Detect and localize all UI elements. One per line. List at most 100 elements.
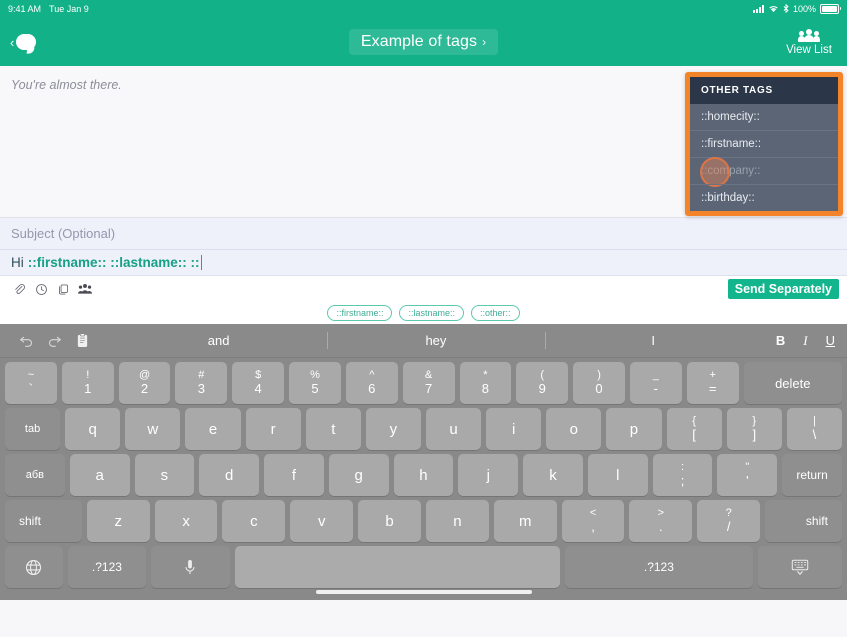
key-f[interactable]: f bbox=[264, 454, 324, 496]
key-semicolon[interactable]: :; bbox=[652, 454, 713, 496]
tag-chip-firstname[interactable]: ::firstname:: bbox=[327, 305, 393, 321]
redo-icon[interactable] bbox=[40, 334, 68, 347]
other-tag-item-homecity[interactable]: ::homecity:: bbox=[690, 104, 838, 130]
key-h[interactable]: h bbox=[393, 454, 454, 496]
page-title: Example of tags bbox=[360, 33, 478, 50]
view-list-label: View List bbox=[786, 43, 832, 56]
key-caps-lock[interactable]: абв bbox=[5, 454, 65, 496]
key-bracket-left[interactable]: {[ bbox=[666, 408, 722, 450]
on-screen-keyboard: and hey I B I U ~ ` ! 1 @2 #3 $4 % 5 ^ 6 & 7 … bbox=[0, 324, 847, 600]
key-q[interactable]: q bbox=[65, 408, 121, 450]
suggestion-2[interactable]: hey bbox=[327, 330, 544, 351]
key-shift-left[interactable]: shift bbox=[5, 500, 82, 542]
undo-icon[interactable] bbox=[12, 334, 40, 347]
key-y[interactable]: y bbox=[365, 408, 421, 450]
key-1[interactable]: ! 1 bbox=[61, 362, 114, 404]
key-m[interactable]: m bbox=[493, 500, 557, 542]
key-lower: 4 bbox=[254, 380, 262, 396]
other-tag-item-company[interactable]: ::company:: bbox=[690, 157, 838, 187]
key-5[interactable]: % 5 bbox=[289, 362, 341, 404]
message-input[interactable]: Hi ::firstname:: ::lastname:: :: bbox=[0, 250, 847, 276]
key-9[interactable]: (9 bbox=[516, 362, 569, 404]
suggestion-1[interactable]: and bbox=[110, 330, 327, 351]
underline-button[interactable]: U bbox=[826, 333, 835, 348]
key-2[interactable]: @2 bbox=[118, 362, 171, 404]
key-p[interactable]: p bbox=[606, 408, 662, 450]
status-time: 9:41 AM bbox=[8, 4, 42, 14]
key-w[interactable]: w bbox=[125, 408, 181, 450]
key-lower: 1 bbox=[84, 380, 92, 396]
key-backtick[interactable]: ~ ` bbox=[5, 362, 57, 404]
key-k[interactable]: k bbox=[523, 454, 583, 496]
suggestion-3[interactable]: I bbox=[544, 330, 762, 351]
suggestion-strip: and hey I bbox=[110, 330, 762, 351]
key-l[interactable]: l bbox=[587, 454, 648, 496]
keyboard-row-top: tab q w e r t y u i o p {[ }] | \ bbox=[0, 404, 847, 450]
key-comma[interactable]: <, bbox=[561, 500, 625, 542]
other-tag-label: ::birthday:: bbox=[701, 192, 755, 204]
key-lower: \ bbox=[812, 426, 817, 442]
other-tag-item-birthday[interactable]: ::birthday:: bbox=[690, 184, 838, 211]
key-s[interactable]: s bbox=[134, 454, 195, 496]
tag-chip-lastname[interactable]: ::lastname:: bbox=[399, 305, 465, 321]
key-z[interactable]: z bbox=[86, 500, 150, 542]
bold-button[interactable]: B bbox=[776, 333, 785, 348]
key-8[interactable]: * 8 bbox=[459, 362, 512, 404]
templates-icon[interactable] bbox=[52, 280, 74, 298]
tag-chip-other[interactable]: ::other:: bbox=[471, 305, 520, 321]
app-root: 9:41 AM Tue Jan 9 100% ‹ Example of tags… bbox=[0, 0, 847, 637]
hide-keyboard-icon[interactable] bbox=[758, 546, 842, 588]
key-quote[interactable]: " ' bbox=[717, 454, 778, 496]
back-to-messages-button[interactable]: ‹ bbox=[10, 34, 37, 50]
subject-placeholder: Subject (Optional) bbox=[11, 226, 116, 241]
key-shift-right[interactable]: shift bbox=[765, 500, 842, 542]
message-tag-text: ::firstname:: ::lastname:: :: bbox=[27, 255, 200, 270]
key-4[interactable]: $4 bbox=[232, 362, 285, 404]
cellular-signal-icon bbox=[752, 5, 764, 13]
key-bracket-right[interactable]: }] bbox=[726, 408, 782, 450]
key-d[interactable]: d bbox=[199, 454, 260, 496]
key-3[interactable]: #3 bbox=[175, 362, 228, 404]
key-return[interactable]: return bbox=[782, 454, 842, 496]
view-list-button[interactable]: View List bbox=[781, 28, 837, 56]
key-v[interactable]: v bbox=[290, 500, 354, 542]
key-c[interactable]: c bbox=[222, 500, 286, 542]
attachment-icon[interactable] bbox=[8, 280, 30, 298]
key-x[interactable]: x bbox=[154, 500, 218, 542]
home-indicator[interactable] bbox=[0, 588, 847, 596]
key-numeric-left[interactable]: .?123 bbox=[67, 546, 147, 588]
key-space[interactable] bbox=[234, 546, 560, 588]
key-n[interactable]: n bbox=[425, 500, 489, 542]
key-e[interactable]: e bbox=[185, 408, 241, 450]
key-equals[interactable]: + = bbox=[686, 362, 739, 404]
conversation-title-button[interactable]: Example of tags › bbox=[348, 29, 499, 55]
group-contacts-icon[interactable] bbox=[74, 280, 96, 298]
globe-language-icon[interactable] bbox=[5, 546, 63, 588]
key-6[interactable]: ^ 6 bbox=[345, 362, 398, 404]
key-7[interactable]: & 7 bbox=[402, 362, 455, 404]
key-i[interactable]: i bbox=[486, 408, 542, 450]
key-g[interactable]: g bbox=[328, 454, 389, 496]
key-u[interactable]: u bbox=[425, 408, 482, 450]
key-j[interactable]: j bbox=[458, 454, 519, 496]
key-o[interactable]: o bbox=[546, 408, 602, 450]
schedule-clock-icon[interactable] bbox=[30, 280, 52, 298]
key-tab[interactable]: tab bbox=[5, 408, 61, 450]
other-tag-item-firstname[interactable]: ::firstname:: bbox=[690, 130, 838, 157]
key-0[interactable]: ) 0 bbox=[573, 362, 625, 404]
key-period[interactable]: >. bbox=[629, 500, 693, 542]
key-hyphen[interactable]: _ - bbox=[629, 362, 682, 404]
key-backslash[interactable]: | \ bbox=[786, 408, 842, 450]
key-delete[interactable]: delete bbox=[743, 362, 842, 404]
key-a[interactable]: a bbox=[69, 454, 130, 496]
key-b[interactable]: b bbox=[358, 500, 421, 542]
send-separately-button[interactable]: Send Separately bbox=[727, 279, 839, 299]
key-numeric-right[interactable]: .?123 bbox=[564, 546, 754, 588]
key-t[interactable]: t bbox=[305, 408, 361, 450]
key-slash[interactable]: ? / bbox=[697, 500, 761, 542]
paste-clipboard-icon[interactable] bbox=[68, 333, 96, 348]
key-r[interactable]: r bbox=[245, 408, 301, 450]
microphone-icon[interactable] bbox=[151, 546, 230, 588]
subject-field[interactable]: Subject (Optional) bbox=[0, 218, 847, 250]
italic-button[interactable]: I bbox=[803, 333, 807, 349]
